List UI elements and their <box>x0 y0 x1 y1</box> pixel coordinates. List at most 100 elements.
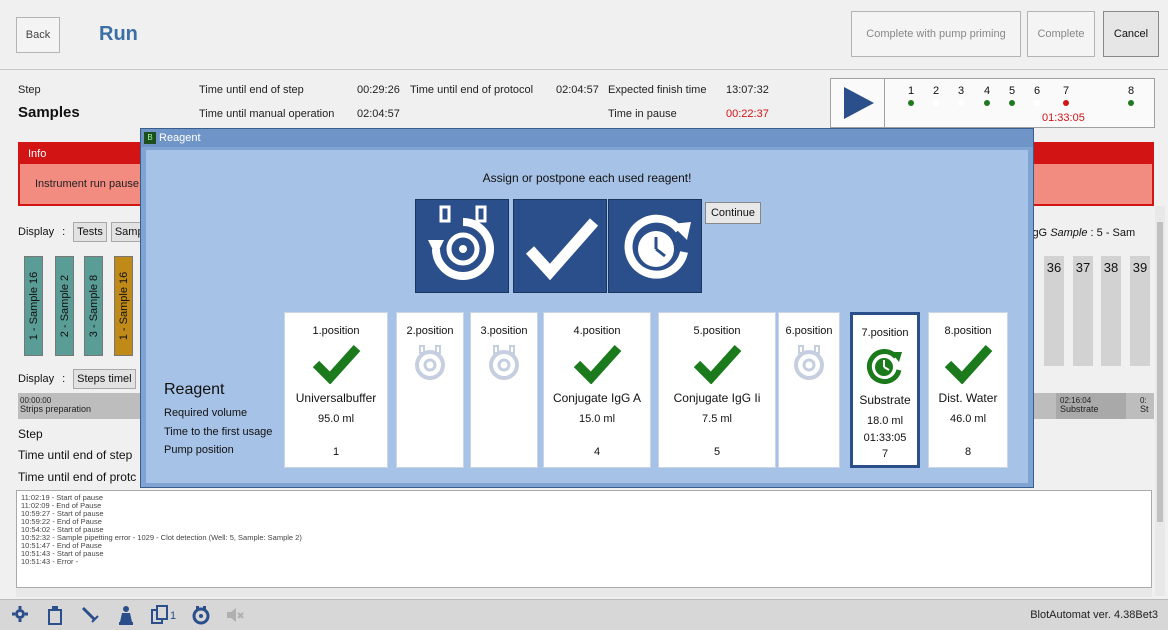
pipette-icon[interactable] <box>80 605 100 625</box>
strip-number[interactable]: 37 <box>1073 256 1093 366</box>
expected-finish-value: 13:07:32 <box>726 84 769 96</box>
version-label: BlotAutomat ver. 4.38Bet3 <box>1030 609 1158 621</box>
card-reagent-name: Universalbuffer <box>295 391 377 405</box>
display-tests-row: Display : Tests Samp <box>18 222 148 242</box>
card-reagent-name: Substrate <box>859 393 911 407</box>
reagent-card-position-2[interactable]: 2.position <box>396 312 464 468</box>
card-position-label: 4.position <box>573 325 621 337</box>
postpone-button[interactable] <box>608 199 702 293</box>
position-status-dot <box>1063 100 1069 106</box>
card-reagent-name: Conjugate IgG A <box>552 391 642 405</box>
reagent-card-position-3[interactable]: 3.position <box>470 312 538 468</box>
steps-timeline-button[interactable]: Steps timel <box>73 369 136 389</box>
reagent-label: Reagent <box>164 381 225 398</box>
manual-operation-value: 02:04:57 <box>357 108 400 120</box>
card-volume: 7.5 ml <box>702 413 732 425</box>
play-icon <box>844 87 874 119</box>
scroll-thumb[interactable] <box>1157 222 1163 522</box>
position-indicator-8: 8 <box>1121 85 1141 106</box>
settings-gear-icon[interactable] <box>10 605 30 625</box>
log-entry: 10:51:43 - Error - <box>21 557 79 566</box>
sample-strip[interactable]: 3 - Sample 8 <box>84 256 103 356</box>
assign-instruction: Assign or postpone each used reagent! <box>482 171 692 185</box>
position-status-dot <box>1034 100 1040 106</box>
display-steps-row: Display : Steps timel <box>18 369 136 389</box>
pump-assign-button[interactable] <box>415 199 509 293</box>
card-volume: 95.0 ml <box>317 413 355 425</box>
position-number: 2 <box>932 85 940 97</box>
pump-timer-icon[interactable] <box>191 605 211 625</box>
timeline-far-name: St <box>1140 404 1149 414</box>
strip-label: 2 - Sample 2 <box>58 274 71 338</box>
strip-number[interactable]: 36 <box>1044 256 1064 366</box>
manual-operation-label: Time until manual operation <box>199 108 335 120</box>
right-label-value: : 5 - Sam <box>1090 227 1136 239</box>
back-button[interactable]: Back <box>16 17 60 53</box>
time-end-step-label: Time until end of step <box>199 84 304 96</box>
sample-strip[interactable]: 1 - Sample 16 <box>114 256 133 356</box>
dialog-body: Assign or postpone each used reagent! Co… <box>146 150 1028 483</box>
timeline-substrate-name: Substrate <box>1060 404 1099 414</box>
position-indicator-2: 2 <box>926 85 946 106</box>
sample-strip[interactable]: 1 - Sample 16 <box>24 256 43 356</box>
card-position-label: 5.position <box>693 325 741 337</box>
cancel-button[interactable]: Cancel <box>1103 11 1159 57</box>
chess-piece-icon[interactable] <box>116 605 136 625</box>
strip-number[interactable]: 39 <box>1130 256 1150 366</box>
position-number: 1 <box>907 85 915 97</box>
copies-icon[interactable] <box>150 605 170 625</box>
complete-button[interactable]: Complete <box>1027 11 1095 57</box>
step-label: Step <box>18 84 41 96</box>
strip-number[interactable]: 38 <box>1101 256 1121 366</box>
position-status-dot <box>933 100 939 106</box>
card-volume: 46.0 ml <box>949 413 987 425</box>
play-button[interactable] <box>831 79 885 127</box>
header-bar: Back Run Complete with pump priming Comp… <box>0 0 1168 70</box>
card-position-label: 6.position <box>785 325 833 337</box>
log-entry: 11:02:09 - End of Pause <box>21 501 102 510</box>
complete-with-pump-priming-button[interactable]: Complete with pump priming <box>851 11 1021 57</box>
reagent-card-position-8[interactable]: 8.position Dist. Water 46.0 ml 8 <box>928 312 1008 468</box>
reagent-card-position-1[interactable]: 1.position Universalbuffer 95.0 ml 1 <box>284 312 388 468</box>
card-reagent-name: Dist. Water <box>938 391 998 405</box>
card-position-label: 3.position <box>480 325 528 337</box>
strip-label: 1 - Sample 16 <box>27 271 40 341</box>
log-entry: 11:02:19 - Start of pause <box>21 493 103 502</box>
right-label-sample: Sample <box>1050 227 1088 239</box>
position-indicator-4: 4 <box>977 85 997 106</box>
event-log[interactable]: 11:02:19 - Start of pause 11:02:09 - End … <box>16 490 1152 588</box>
position-status-dot <box>1009 100 1015 106</box>
strip-label: 1 - Sample 16 <box>117 271 130 341</box>
speaker-muted-icon[interactable] <box>225 605 245 625</box>
position-7-time: 01:33:05 <box>1042 112 1085 124</box>
pause-label: Time in pause <box>608 108 677 120</box>
card-position-label: 8.position <box>944 325 992 337</box>
position-indicator-1: 1 <box>901 85 921 106</box>
display-label: Display <box>18 226 55 238</box>
expected-finish-label: Expected finish time <box>608 84 707 96</box>
pause-value: 00:22:37 <box>726 108 769 120</box>
log-entry: 10:52:32 - Sample pipetting error - 1029… <box>21 533 302 542</box>
position-status-dot <box>958 100 964 106</box>
continue-button[interactable]: Continue <box>705 202 761 224</box>
page-title: Run <box>99 23 138 45</box>
reagent-card-position-7[interactable]: 7.position Substrate 18.0 ml 01:33:05 7 <box>850 312 920 468</box>
bottle-icon[interactable] <box>45 605 65 625</box>
card-volume: 15.0 ml <box>578 413 616 425</box>
card-pump-position: 7 <box>881 448 889 460</box>
horizontal-scrollbar[interactable] <box>16 588 1152 597</box>
display-colon: : <box>62 226 66 238</box>
tests-button[interactable]: Tests <box>73 222 107 242</box>
log-entry: 10:51:43 - Start of pause <box>21 549 104 558</box>
position-indicator-5: 5 <box>1002 85 1022 106</box>
sample-strip[interactable]: 2 - Sample 2 <box>55 256 74 356</box>
reagent-card-position-6[interactable]: 6.position <box>778 312 840 468</box>
reagent-card-position-4[interactable]: 4.position Conjugate IgG A 15.0 ml 4 <box>543 312 651 468</box>
timeline-start-name: Strips preparation <box>20 404 92 414</box>
dialog-title-bar: B Reagent <box>141 129 1033 147</box>
vertical-scrollbar[interactable] <box>1155 206 1165 596</box>
reagent-card-position-5[interactable]: 5.position Conjugate IgG Ii 7.5 ml 5 <box>658 312 776 468</box>
card-position-label: 1.position <box>312 325 360 337</box>
card-first-usage-time: 01:33:05 <box>863 432 907 444</box>
confirm-check-button[interactable] <box>513 199 607 293</box>
